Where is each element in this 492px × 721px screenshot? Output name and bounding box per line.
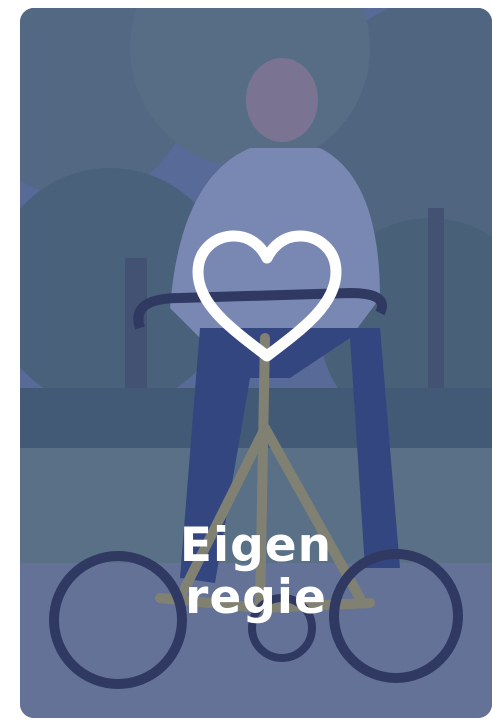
card-title-line-2: regie xyxy=(185,570,327,625)
card-title: Eigen regie xyxy=(20,520,492,624)
card-title-line-1: Eigen xyxy=(179,518,333,573)
promo-card[interactable]: Eigen regie xyxy=(20,8,492,718)
heart-outline-icon xyxy=(192,230,342,362)
